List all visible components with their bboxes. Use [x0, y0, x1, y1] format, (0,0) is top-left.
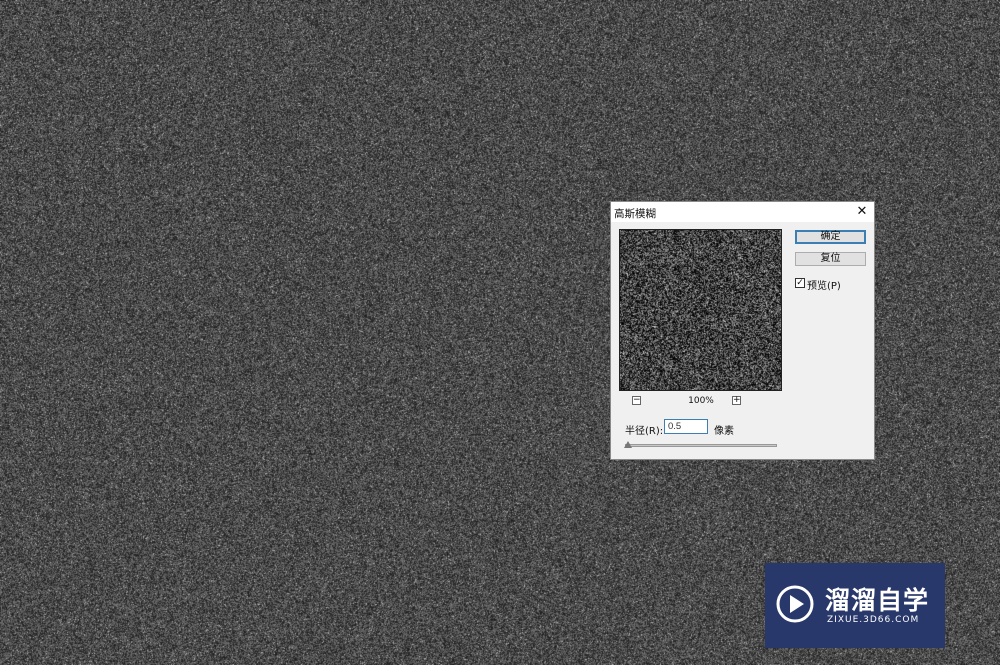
radius-unit-label: 像素 — [714, 422, 734, 437]
radius-slider-thumb[interactable] — [624, 441, 632, 448]
watermark-badge: 溜溜自学 ZIXUE.3D66.COM — [765, 563, 945, 648]
ok-button[interactable]: 确定 — [795, 230, 866, 244]
watermark-brand: 溜溜自学 — [825, 581, 929, 617]
zoom-in-button[interactable]: + — [732, 396, 741, 405]
preview-checkbox-label: 预览(P) — [807, 277, 841, 292]
watermark-url: ZIXUE.3D66.COM — [827, 615, 919, 625]
gaussian-blur-dialog: 高斯模糊 ✕ − 100% + 确定 复位 ✓ 预览(P) 半径(R): 像素 — [610, 201, 875, 460]
play-icon — [775, 584, 815, 624]
preview-image[interactable] — [620, 230, 781, 390]
radius-input[interactable] — [664, 419, 708, 434]
close-icon[interactable]: ✕ — [854, 204, 870, 220]
preview-pane[interactable] — [619, 229, 782, 391]
radius-label: 半径(R): — [625, 422, 663, 437]
zoom-level: 100% — [683, 396, 719, 406]
zoom-out-button[interactable]: − — [632, 396, 641, 405]
dialog-title: 高斯模糊 — [614, 206, 656, 221]
dialog-titlebar[interactable]: 高斯模糊 ✕ — [611, 202, 874, 222]
radius-slider-track[interactable] — [625, 444, 777, 447]
preview-checkbox[interactable]: ✓ — [795, 278, 805, 288]
reset-button[interactable]: 复位 — [795, 252, 866, 266]
